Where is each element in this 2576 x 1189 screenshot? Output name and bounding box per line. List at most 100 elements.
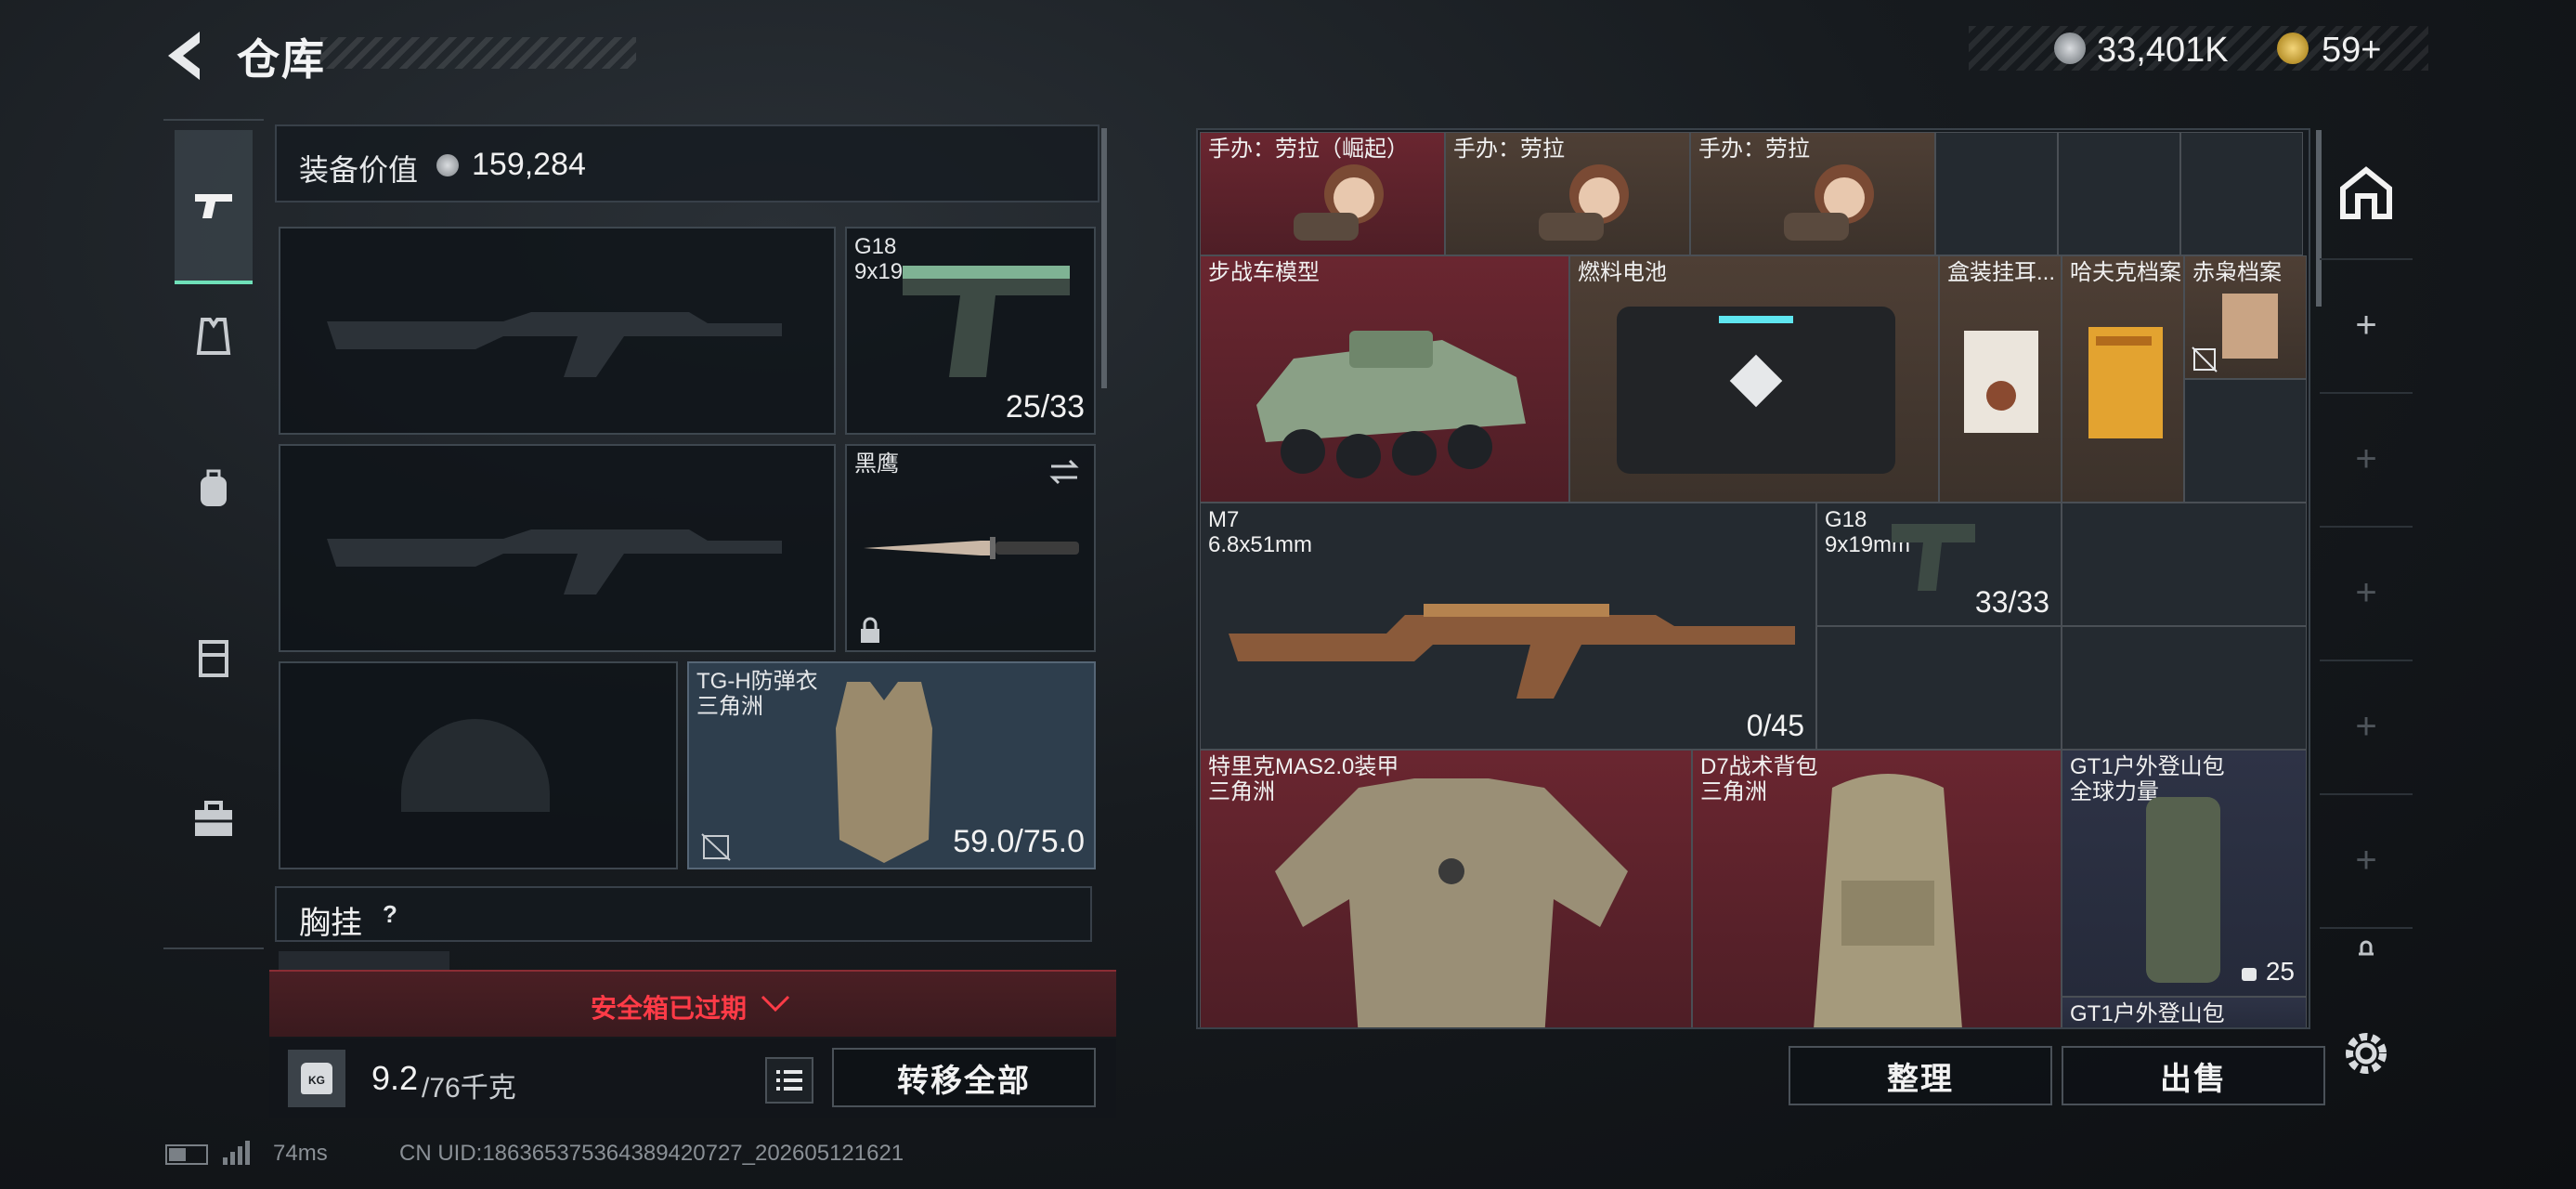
- add-storage-tab-button[interactable]: +: [2320, 258, 2413, 394]
- add-storage-tab-button[interactable]: +: [2320, 793, 2413, 929]
- swap-icon[interactable]: [1047, 455, 1081, 489]
- category-rail: [163, 119, 264, 949]
- title-hatch-decoration: [320, 37, 636, 69]
- storage-empty-cell[interactable]: [2180, 132, 2303, 255]
- list-view-button[interactable]: [765, 1057, 813, 1104]
- coin-icon: [2054, 33, 2086, 64]
- ping-text: 74ms: [273, 1141, 328, 1166]
- storage-item-m7-rifle[interactable]: M7 6.8x51mm 0/45: [1200, 503, 1816, 750]
- figurine-icon: [1784, 164, 1874, 241]
- back-arrow-icon: [168, 32, 200, 80]
- weight-current: 9.2: [371, 1059, 419, 1097]
- capacity-icon: [2242, 968, 2257, 981]
- no-insurance-icon: [2192, 346, 2218, 372]
- equipment-scrollbar[interactable]: [1101, 128, 1107, 388]
- chest-rig-bar[interactable]: 胸挂 ?: [275, 886, 1092, 942]
- category-equipment[interactable]: [175, 297, 253, 375]
- storage-empty-cell[interactable]: [1935, 132, 2058, 255]
- category-toolbox[interactable]: [175, 780, 253, 858]
- category-backpack[interactable]: [175, 451, 253, 529]
- sell-button[interactable]: 出售: [2062, 1046, 2325, 1105]
- melee-slot[interactable]: 黑鹰: [845, 444, 1096, 652]
- rifle-silhouette-icon: [327, 312, 782, 377]
- safe-box-expired-text: 安全箱已过期: [591, 994, 748, 1023]
- pistol-ammo: 25/33: [1005, 389, 1085, 425]
- storage-tabs-rail: + + + + +: [2320, 128, 2413, 964]
- sort-button[interactable]: 整理: [1789, 1046, 2052, 1105]
- help-icon[interactable]: ?: [373, 897, 407, 931]
- add-storage-tab-button[interactable]: +: [2320, 526, 2413, 661]
- item-name: 赤枭档案: [2192, 260, 2282, 285]
- storage-item-ifv-model[interactable]: 步战车模型: [1200, 255, 1569, 503]
- weight-kg-icon: KG: [301, 1063, 332, 1094]
- item-caliber: 6.8x51mm: [1208, 532, 1313, 557]
- g18-pistol-icon: [903, 266, 1070, 377]
- armor-slot[interactable]: TG-H防弹衣 三角洲 59.0/75.0: [687, 661, 1096, 869]
- item-name: GT1户外登山包: [2070, 754, 2225, 779]
- knife-icon: [864, 537, 1079, 559]
- pistol-icon: [195, 194, 232, 218]
- storage-tab-main[interactable]: [2320, 128, 2413, 260]
- settings-button[interactable]: [2338, 1026, 2394, 1081]
- storage-item-mas-armor[interactable]: 特里克MAS2.0装甲 三角洲: [1200, 750, 1692, 1027]
- storage-item-figurine-lara-2[interactable]: 手办：劳拉: [1690, 132, 1935, 255]
- melee-name: 黑鹰: [854, 451, 899, 477]
- chest-rig-label: 胸挂: [299, 906, 362, 941]
- storage-empty-cell[interactable]: [2062, 503, 2307, 626]
- storage-item-g18[interactable]: G18 9x19mm 33/33: [1816, 503, 2062, 626]
- storage-item-d7-backpack[interactable]: D7战术背包 三角洲: [1692, 750, 2062, 1027]
- item-ammo: 0/45: [1746, 709, 1804, 742]
- no-insurance-icon: [701, 833, 731, 861]
- storage-item-fuel-cell[interactable]: 燃料电池: [1569, 255, 1939, 503]
- uid-text: CN UID:186365375364389420727_20260512162…: [399, 1141, 904, 1166]
- chest-rig-slot[interactable]: [279, 951, 449, 972]
- helmet-slot[interactable]: [279, 661, 678, 869]
- primary-weapon-slot-1[interactable]: [279, 227, 836, 435]
- storage-item-gt1-backpack[interactable]: GT1户外登山包 全球力量 25: [2062, 750, 2307, 997]
- fuel-cell-icon: [1617, 307, 1895, 474]
- m7-rifle-icon: [1229, 604, 1795, 699]
- category-weapons[interactable]: [175, 130, 253, 284]
- primary-weapon-slot-2[interactable]: [279, 444, 836, 652]
- safe-box-expired-bar[interactable]: 安全箱已过期: [269, 970, 1116, 1037]
- backpack-icon: [201, 469, 227, 506]
- item-name: 盒装挂耳...: [1947, 260, 2056, 285]
- back-button[interactable]: [163, 28, 209, 84]
- figurine-icon: [1294, 164, 1384, 241]
- equipment-value-label: 装备价值: [299, 153, 419, 187]
- signal-icon: [223, 1141, 250, 1165]
- list-icon: [776, 1070, 802, 1091]
- ticket-amount[interactable]: 59+: [2322, 31, 2381, 71]
- g18-pistol-icon: [1892, 524, 1975, 591]
- storage-item-haavk-file[interactable]: 哈夫克档案: [2062, 255, 2184, 503]
- body-armor-icon: [836, 682, 932, 863]
- ticket-icon: [2277, 33, 2309, 64]
- storage-grid: 手办：劳拉（崛起） 手办：劳拉 手办：劳拉 步战车模型 燃料电池 盒装挂耳...…: [1196, 128, 2310, 1029]
- storage-item-figurine-lara[interactable]: 手办：劳拉: [1445, 132, 1690, 255]
- lock-icon: [861, 617, 879, 643]
- battery-icon: [165, 1144, 208, 1165]
- pistol-slot[interactable]: G18 9x19mm 25/33: [845, 227, 1096, 435]
- category-container[interactable]: [175, 618, 253, 696]
- add-storage-tab-button[interactable]: +: [2320, 660, 2413, 795]
- storage-empty-cell[interactable]: [2184, 379, 2307, 503]
- page-title: 仓库: [237, 35, 326, 84]
- storage-item-drip-coffee[interactable]: 盒装挂耳...: [1939, 255, 2062, 503]
- storage-empty-cell[interactable]: [2058, 132, 2180, 255]
- weight-icon-box: KG: [288, 1050, 345, 1107]
- gear-icon: [2346, 1033, 2387, 1074]
- chevron-down-icon: [761, 995, 790, 1013]
- armored-vehicle-icon: [1256, 331, 1526, 478]
- document-file-icon: [2222, 294, 2278, 359]
- storage-item-red-owl-file[interactable]: 赤枭档案: [2184, 255, 2307, 379]
- item-name: 哈夫克档案: [2070, 260, 2181, 285]
- storage-empty-cell[interactable]: [1816, 626, 2062, 750]
- storage-empty-cell[interactable]: [2062, 626, 2307, 750]
- transfer-all-button[interactable]: 转移全部: [832, 1048, 1096, 1107]
- storage-item-gt1-backpack-2[interactable]: GT1户外登山包: [2062, 997, 2307, 1027]
- item-ammo: 33/33: [1974, 585, 2049, 619]
- storage-item-figurine-lara-rise[interactable]: 手办：劳拉（崛起）: [1200, 132, 1445, 255]
- rifle-silhouette-icon: [327, 529, 782, 594]
- add-storage-tab-button[interactable]: +: [2320, 392, 2413, 528]
- lock-tab-button[interactable]: [2320, 927, 2413, 972]
